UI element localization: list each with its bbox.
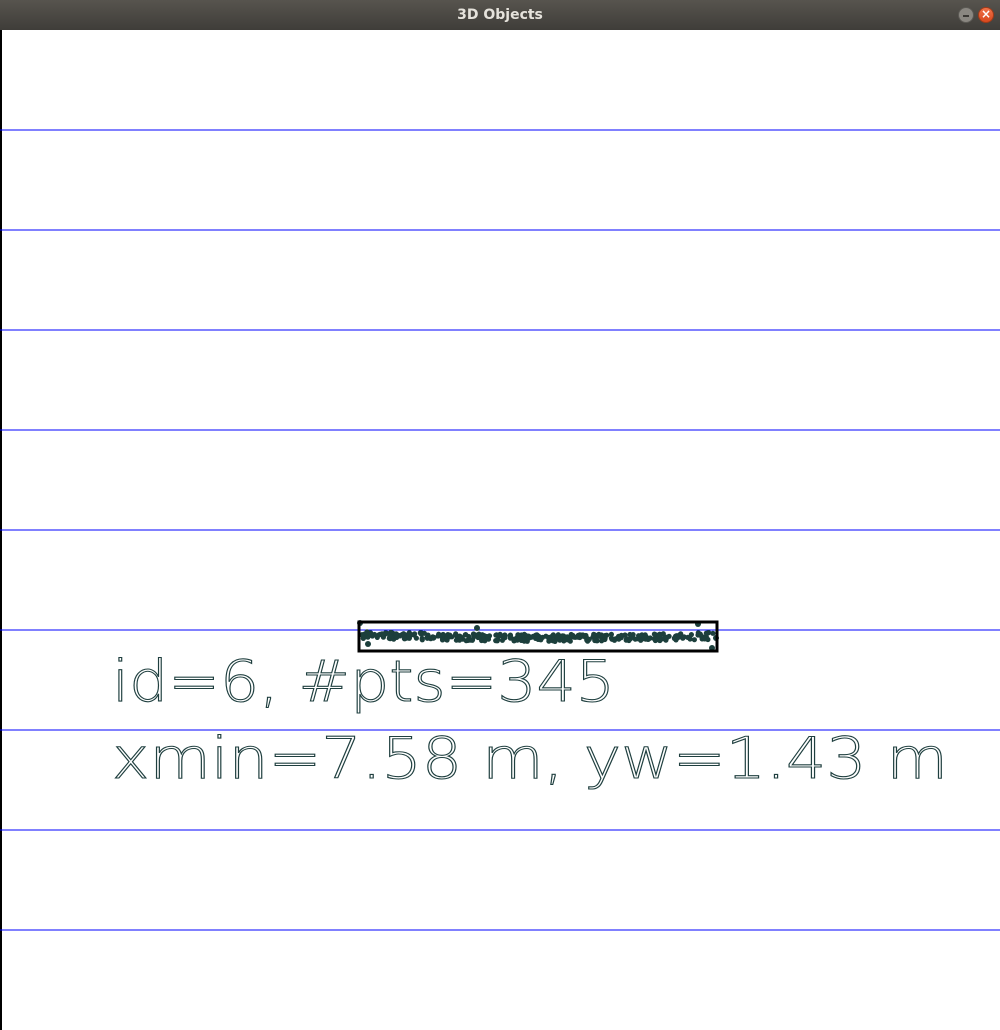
lidar-point	[592, 637, 598, 644]
lidar-point	[591, 631, 597, 638]
lidar-point	[394, 634, 400, 641]
lidar-point	[387, 633, 393, 640]
lidar-point	[546, 638, 552, 644]
lidar-point	[550, 632, 556, 638]
distance-grid	[0, 129, 1000, 931]
lidar-point	[374, 634, 380, 641]
lidar-point	[431, 634, 437, 641]
lidar-point	[608, 635, 615, 641]
lidar-point	[539, 634, 546, 641]
lidar-point	[456, 637, 463, 643]
lidar-point	[559, 633, 566, 639]
lidar-point	[575, 632, 581, 638]
top-view-canvas: id=6, #pts=345 xmin=7.58 m, yw=1.43 m	[0, 30, 1000, 1030]
window-title: 3D Objects	[457, 7, 543, 23]
object-dimensions-label: xmin=7.58 m, yw=1.43 m	[112, 726, 948, 792]
lidar-point	[382, 630, 389, 636]
lidar-point	[642, 634, 648, 640]
close-icon: ×	[980, 7, 992, 21]
lidar-point	[401, 631, 407, 637]
lidar-point	[493, 632, 499, 638]
lidar-point	[485, 634, 491, 640]
lidar-point	[604, 632, 610, 638]
lidar-point	[418, 631, 424, 637]
lidar-point	[447, 634, 453, 640]
lidar-point	[656, 637, 663, 643]
lidar-point	[703, 630, 709, 636]
close-button[interactable]: ×	[978, 7, 994, 23]
lidar-point	[453, 631, 459, 637]
lidar-point	[516, 635, 522, 641]
lidar-point	[360, 635, 366, 642]
lidar-point	[656, 633, 662, 639]
lidar-point	[632, 636, 638, 642]
top-view-svg: id=6, #pts=345 xmin=7.58 m, yw=1.43 m	[0, 129, 1000, 931]
lidar-point	[368, 631, 374, 637]
lidar-point-cloud	[357, 620, 719, 651]
lidar-point	[695, 630, 701, 636]
lidar-point	[500, 633, 506, 639]
lidar-point	[705, 636, 711, 643]
lidar-point	[599, 638, 605, 644]
minimize-button[interactable]	[958, 7, 974, 23]
lidar-point	[462, 632, 468, 638]
object-id-label: id=6, #pts=345	[112, 649, 615, 715]
lidar-point	[596, 631, 602, 638]
lidar-point	[623, 637, 629, 643]
lidar-point	[439, 637, 446, 643]
lidar-point	[651, 631, 658, 637]
lidar-point	[424, 635, 430, 641]
lidar-point	[365, 641, 371, 647]
lidar-point	[511, 638, 517, 644]
lidar-point	[475, 634, 481, 641]
lidar-point	[564, 634, 570, 640]
lidar-point	[463, 638, 469, 644]
lidar-point	[662, 634, 668, 640]
window-titlebar[interactable]: 3D Objects ×	[0, 0, 1000, 31]
lidar-point	[688, 632, 695, 638]
lidar-point	[474, 625, 480, 631]
lidar-point	[672, 635, 678, 641]
lidar-point	[436, 631, 442, 637]
lidar-point	[586, 636, 592, 643]
lidar-point	[419, 635, 425, 642]
lidar-point	[680, 635, 686, 641]
lidar-point	[409, 632, 415, 638]
lidar-point	[507, 632, 513, 638]
lidar-point	[526, 635, 532, 641]
lidar-point	[618, 632, 625, 638]
